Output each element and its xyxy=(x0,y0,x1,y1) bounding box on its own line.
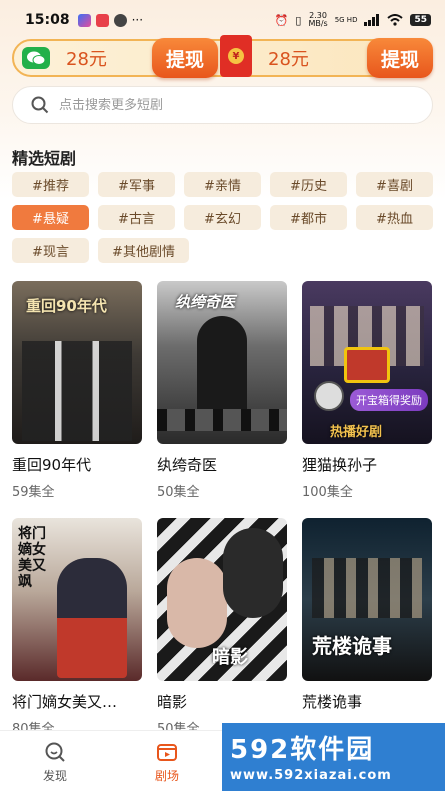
tag-fantasy[interactable]: #玄幻 xyxy=(184,205,261,230)
drama-card[interactable]: 将门嫡女美又飒 将门嫡女美又… 80集全 xyxy=(12,518,142,737)
poster-film-strip xyxy=(157,409,287,431)
drama-card[interactable]: 纨绔奇医 纨绔奇医 50集全 xyxy=(157,281,287,500)
poster-title: 热播好剧 xyxy=(330,425,383,440)
drama-poster[interactable]: 重回90年代 xyxy=(12,281,142,444)
drama-card[interactable]: 开宝箱得奖励 热播好剧 狸猫换孙子 100集全 xyxy=(302,281,432,500)
vibrate-icon: ▯ xyxy=(295,13,302,27)
tag-action[interactable]: #热血 xyxy=(356,205,433,230)
search-bar[interactable] xyxy=(12,86,433,124)
theater-icon xyxy=(157,744,177,761)
poster-figure-right xyxy=(223,528,283,618)
treasure-chest-icon xyxy=(344,347,390,383)
drama-poster[interactable]: 荒楼诡事 xyxy=(302,518,432,681)
wechat-reward: 28元 xyxy=(14,41,107,75)
poster-title: 纨绔奇医 xyxy=(175,293,236,311)
wechat-amount: 28元 xyxy=(66,49,107,70)
redpacket-reward: ¥ 28元 xyxy=(220,35,309,77)
tag-family[interactable]: #亲情 xyxy=(184,172,261,197)
drama-title: 暗影 xyxy=(157,693,188,711)
drama-card[interactable]: 暗影 暗影 50集全 xyxy=(157,518,287,737)
withdraw-button-wechat[interactable]: 提现 xyxy=(152,38,218,78)
alarm-icon: ⏰ xyxy=(274,13,289,27)
drama-episodes: 59集全 xyxy=(12,485,55,500)
drama-poster[interactable]: 暗影 xyxy=(157,518,287,681)
tag-history[interactable]: #历史 xyxy=(270,172,347,197)
poster-title: 荒楼诡事 xyxy=(312,634,392,658)
drama-title: 狸猫换孙子 xyxy=(302,456,378,474)
signal-icon xyxy=(364,14,380,26)
poster-figures xyxy=(22,341,132,441)
app-notification-icon xyxy=(77,13,91,27)
wechat-icon xyxy=(22,47,50,69)
status-time: 15:08 xyxy=(25,12,70,28)
tag-comedy[interactable]: #喜剧 xyxy=(356,172,433,197)
drama-card[interactable]: 荒楼诡事 荒楼诡事 xyxy=(302,518,432,718)
drama-card[interactable]: 重回90年代 重回90年代 59集全 xyxy=(12,281,142,500)
treasure-reward-badge[interactable]: 开宝箱得奖励 xyxy=(350,389,428,411)
discover-icon xyxy=(45,742,65,762)
message-icon xyxy=(113,13,127,27)
poster-figure-left xyxy=(167,558,227,648)
tag-ancient-romance[interactable]: #古言 xyxy=(98,205,175,230)
app-notification-icon xyxy=(95,13,109,27)
clock-icon xyxy=(314,381,344,411)
poster-title: 暗影 xyxy=(212,647,248,668)
site-watermark: 592软件园 www.592xiazai.com xyxy=(222,723,445,791)
genre-tags: #推荐 #军事 #亲情 #历史 #喜剧 #悬疑 #古言 #玄幻 #都市 #热血 … xyxy=(12,172,436,263)
drama-poster[interactable]: 将门嫡女美又飒 xyxy=(12,518,142,681)
tag-modern-romance[interactable]: #现言 xyxy=(12,238,89,263)
tag-recommend[interactable]: #推荐 xyxy=(12,172,89,197)
search-input[interactable] xyxy=(59,97,399,113)
drama-title: 将门嫡女美又… xyxy=(12,693,118,711)
drama-episodes: 50集全 xyxy=(157,485,200,500)
drama-title: 纨绔奇医 xyxy=(157,456,218,474)
poster-title: 重回90年代 xyxy=(26,297,107,315)
nav-discover-label: 发现 xyxy=(42,769,67,783)
poster-figures xyxy=(57,558,127,678)
battery-icon: 55 xyxy=(410,14,431,26)
reward-banner: 28元 提现 ¥ 28元 提现 xyxy=(12,35,433,78)
watermark-title: 592软件园 xyxy=(230,735,375,765)
tag-military[interactable]: #军事 xyxy=(98,172,175,197)
drama-title: 重回90年代 xyxy=(12,456,92,474)
wifi-icon xyxy=(387,14,404,26)
poster-figures xyxy=(312,558,422,618)
status-bar: 15:08 ··· ⏰ ▯ 2.30 MB/s 5G HD 55 xyxy=(0,0,445,40)
redpacket-amount: 28元 xyxy=(268,49,309,70)
drama-episodes: 100集全 xyxy=(302,485,353,500)
tag-suspense[interactable]: #悬疑 xyxy=(12,205,89,230)
section-title: 精选短剧 xyxy=(12,149,77,168)
drama-title: 荒楼诡事 xyxy=(302,693,363,711)
nav-theater-label: 剧场 xyxy=(154,769,179,783)
watermark-url: www.592xiazai.com xyxy=(230,768,392,783)
more-icon: ··· xyxy=(131,13,144,27)
withdraw-button-redpacket[interactable]: 提现 xyxy=(367,38,433,78)
redpacket-icon: ¥ xyxy=(220,35,252,77)
nav-discover[interactable]: 发现 xyxy=(25,741,85,784)
network-speed: 2.30 MB/s xyxy=(308,11,328,28)
drama-poster[interactable]: 开宝箱得奖励 热播好剧 xyxy=(302,281,432,444)
search-icon xyxy=(31,96,49,114)
network-type: 5G HD xyxy=(334,15,358,24)
tag-urban[interactable]: #都市 xyxy=(270,205,347,230)
drama-poster[interactable]: 纨绔奇医 xyxy=(157,281,287,444)
nav-theater[interactable]: 剧场 xyxy=(137,741,197,784)
poster-title: 将门嫡女美又飒 xyxy=(18,526,46,590)
tag-other[interactable]: #其他剧情 xyxy=(98,238,189,263)
